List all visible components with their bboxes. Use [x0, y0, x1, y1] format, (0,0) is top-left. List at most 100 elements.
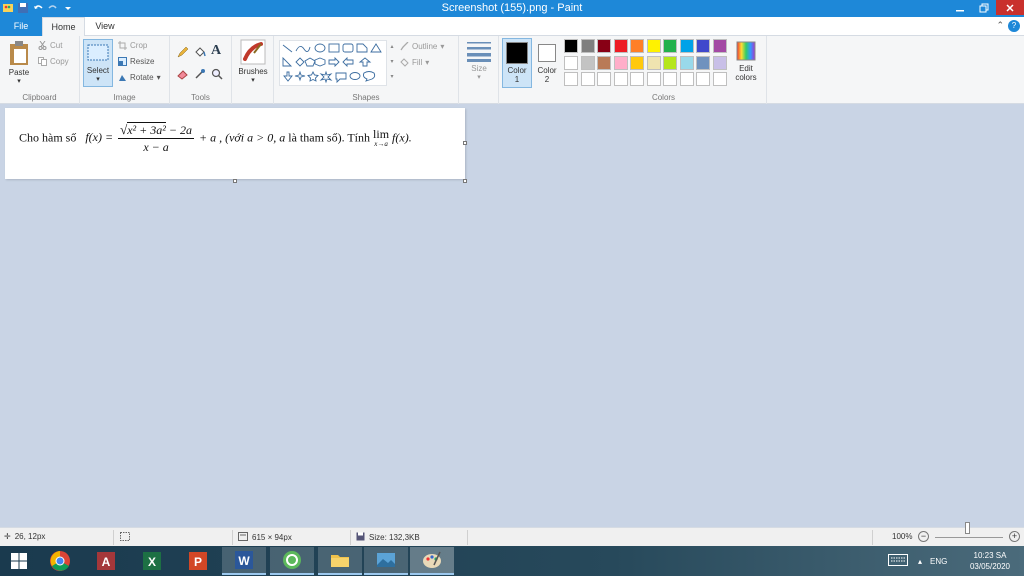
- taskbar-word[interactable]: W: [222, 547, 266, 575]
- color-swatch[interactable]: [663, 72, 677, 86]
- rotate-button[interactable]: Rotate ▾: [118, 73, 161, 82]
- color-swatch[interactable]: [696, 39, 710, 53]
- shapes-scroll[interactable]: ▴ ▾ ▾: [388, 40, 396, 86]
- edit-colors-button[interactable]: Edit colors: [729, 40, 763, 82]
- minimize-button[interactable]: [948, 0, 972, 15]
- text-la-tham-so: là tham số). Tính: [288, 130, 371, 145]
- paste-dropdown-icon[interactable]: ▾: [4, 77, 34, 85]
- magnifier-icon[interactable]: [211, 68, 223, 82]
- color-swatch[interactable]: [696, 55, 710, 70]
- zoom-in-button[interactable]: +: [1009, 531, 1020, 542]
- color-swatch[interactable]: [580, 39, 595, 53]
- color-swatch[interactable]: [663, 39, 677, 53]
- clock[interactable]: 10:23 SA 03/05/2020: [970, 550, 1010, 572]
- tab-file[interactable]: File: [0, 17, 42, 36]
- color-swatch[interactable]: [630, 39, 644, 53]
- restore-button[interactable]: [972, 0, 996, 15]
- zoom-slider-thumb[interactable]: [965, 522, 970, 534]
- powerpoint-icon: P: [189, 552, 207, 570]
- disk-icon: [356, 532, 365, 543]
- taskbar-paint[interactable]: [410, 547, 454, 575]
- canvas-workspace[interactable]: Cho hàm số f(x) = √x² + 3a² − 2a x − a +…: [0, 104, 1024, 527]
- brushes-button[interactable]: Brushes ▾: [236, 39, 270, 84]
- tab-home[interactable]: Home: [42, 17, 85, 36]
- color2-button[interactable]: Color 2: [533, 38, 561, 88]
- language-indicator[interactable]: ENG: [930, 557, 947, 566]
- ribbon: Paste ▾ Cut Copy Clipboard Select ▾ Crop…: [0, 36, 1024, 104]
- tray-expand-icon[interactable]: ▴: [918, 557, 922, 566]
- select-dropdown-icon[interactable]: ▾: [84, 75, 112, 83]
- color-swatch[interactable]: [679, 39, 694, 53]
- color-swatch[interactable]: [712, 39, 727, 53]
- color1-button[interactable]: Color 1: [502, 38, 532, 88]
- keyboard-icon[interactable]: [888, 554, 908, 568]
- color-picker-icon[interactable]: [194, 68, 206, 82]
- taskbar-file-explorer[interactable]: [318, 547, 362, 575]
- color-swatch[interactable]: [580, 72, 595, 86]
- lim-word: lim: [373, 126, 390, 141]
- color-swatch[interactable]: [630, 55, 644, 70]
- drawing-canvas[interactable]: Cho hàm số f(x) = √x² + 3a² − 2a x − a +…: [5, 108, 467, 183]
- text-tool-icon[interactable]: A: [211, 43, 221, 59]
- resize-button[interactable]: Resize: [118, 57, 154, 66]
- color-swatch[interactable]: [679, 72, 694, 86]
- cut-button[interactable]: Cut: [38, 40, 62, 50]
- numerator: √x² + 3a² − 2a: [118, 122, 194, 139]
- color1-num: 1: [514, 75, 520, 84]
- taskbar-powerpoint[interactable]: P: [176, 547, 220, 575]
- color-swatch[interactable]: [630, 72, 644, 86]
- paint-icon: [423, 551, 441, 568]
- taskbar-camtasia[interactable]: [270, 547, 314, 575]
- taskbar-access[interactable]: A: [84, 547, 128, 575]
- paste-button[interactable]: Paste ▾: [4, 40, 34, 85]
- outline-button[interactable]: Outline ▾: [400, 41, 444, 51]
- size-dropdown-icon: ▾: [477, 74, 481, 81]
- size-button[interactable]: Size ▾: [463, 40, 495, 81]
- resize-label: Resize: [130, 57, 155, 66]
- color-swatch[interactable]: [564, 72, 578, 86]
- color-swatch[interactable]: [564, 55, 578, 70]
- lim-function: f(x).: [392, 130, 412, 145]
- color-swatch[interactable]: [696, 72, 710, 86]
- tab-view[interactable]: View: [88, 17, 122, 36]
- taskbar-photos[interactable]: [364, 547, 408, 575]
- color-swatch[interactable]: [712, 72, 727, 86]
- color-swatch[interactable]: [597, 39, 611, 53]
- zoom-out-button[interactable]: −: [918, 531, 929, 542]
- color-swatch[interactable]: [613, 72, 628, 86]
- copy-button[interactable]: Copy: [38, 57, 69, 66]
- color-swatch[interactable]: [663, 55, 677, 70]
- resize-handle-bottom[interactable]: [233, 179, 237, 183]
- color-swatch[interactable]: [597, 55, 611, 70]
- select-button[interactable]: Select ▾: [83, 39, 113, 87]
- color-swatch[interactable]: [580, 55, 595, 70]
- eraser-icon[interactable]: [177, 68, 189, 82]
- color-swatch[interactable]: [613, 39, 628, 53]
- taskbar-chrome[interactable]: [38, 547, 82, 575]
- color-swatch[interactable]: [613, 55, 628, 70]
- color-swatch[interactable]: [646, 39, 661, 53]
- zoom-slider-track[interactable]: [935, 537, 1003, 538]
- color-swatch[interactable]: [646, 72, 661, 86]
- lim-subscript: x→a: [374, 139, 388, 148]
- color-swatch[interactable]: [679, 55, 694, 70]
- taskbar-excel[interactable]: X: [130, 547, 174, 575]
- outline-pen-icon: [400, 41, 409, 51]
- help-icon[interactable]: ?: [1008, 20, 1020, 32]
- close-button[interactable]: [996, 0, 1024, 15]
- fill-button[interactable]: Fill ▾: [400, 58, 429, 67]
- resize-handle-corner[interactable]: [463, 179, 467, 183]
- minimize-ribbon-icon[interactable]: ⌃: [996, 20, 1004, 31]
- shapes-gallery[interactable]: [279, 40, 387, 86]
- resize-handle-right[interactable]: [463, 141, 467, 145]
- color-swatch[interactable]: [646, 55, 661, 70]
- pencil-icon[interactable]: [177, 46, 189, 60]
- fill-bucket-icon[interactable]: [194, 46, 206, 60]
- chrome-icon: [50, 551, 70, 571]
- color-swatch[interactable]: [597, 72, 611, 86]
- start-button[interactable]: [0, 547, 38, 575]
- color-swatch[interactable]: [712, 55, 727, 70]
- colors-group-label: Colors: [651, 93, 676, 102]
- crop-button[interactable]: Crop: [118, 41, 147, 50]
- color-swatch[interactable]: [564, 39, 578, 53]
